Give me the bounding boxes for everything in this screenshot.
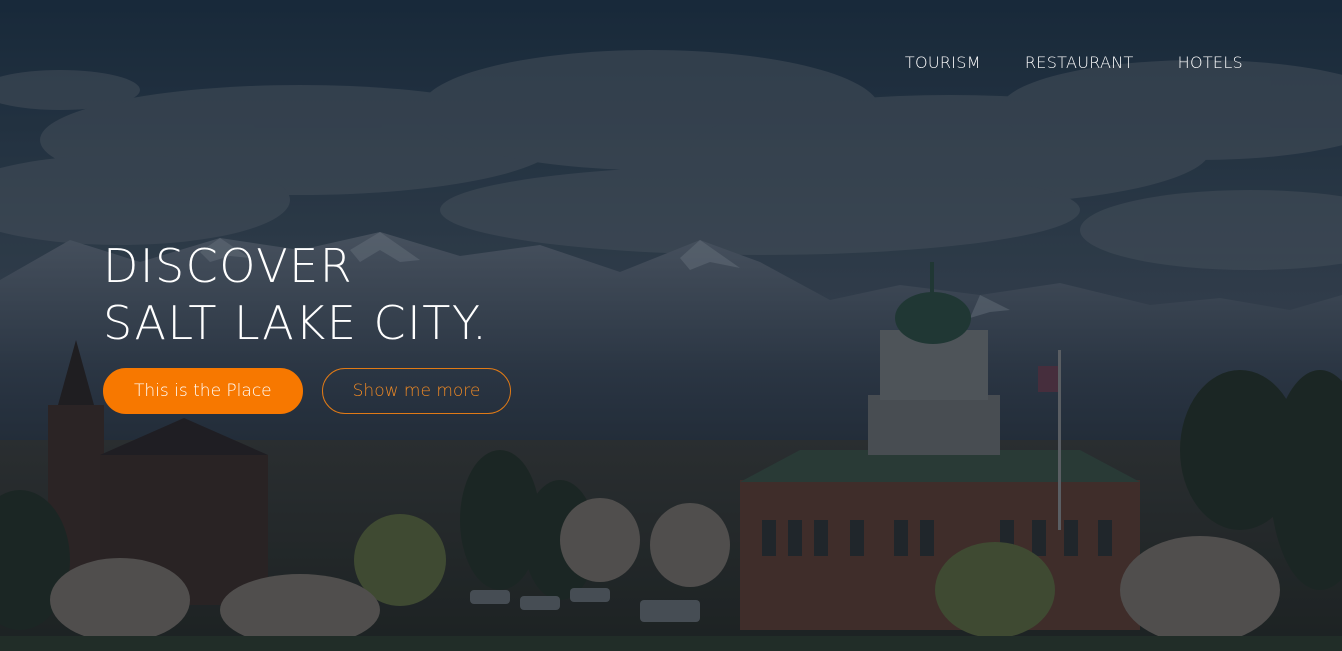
show-me-more-button[interactable]: Show me more	[321, 368, 512, 414]
main-nav: TOURISM RESTAURANT HOTELS	[905, 52, 1243, 74]
hero-actions: This is the Place Show me more	[103, 368, 512, 414]
nav-link-hotels[interactable]: HOTELS	[1178, 52, 1243, 74]
hero-headline: DISCOVER SALT LAKE CITY.	[103, 238, 488, 352]
nav-link-restaurant[interactable]: RESTAURANT	[1025, 52, 1134, 74]
hero-section: TOURISM RESTAURANT HOTELS DISCOVER SALT …	[0, 0, 1342, 651]
this-is-the-place-button[interactable]: This is the Place	[103, 368, 303, 414]
nav-link-tourism[interactable]: TOURISM	[905, 52, 981, 74]
headline-line-2: SALT LAKE CITY.	[103, 296, 489, 350]
headline-line-1: DISCOVER	[103, 239, 354, 293]
